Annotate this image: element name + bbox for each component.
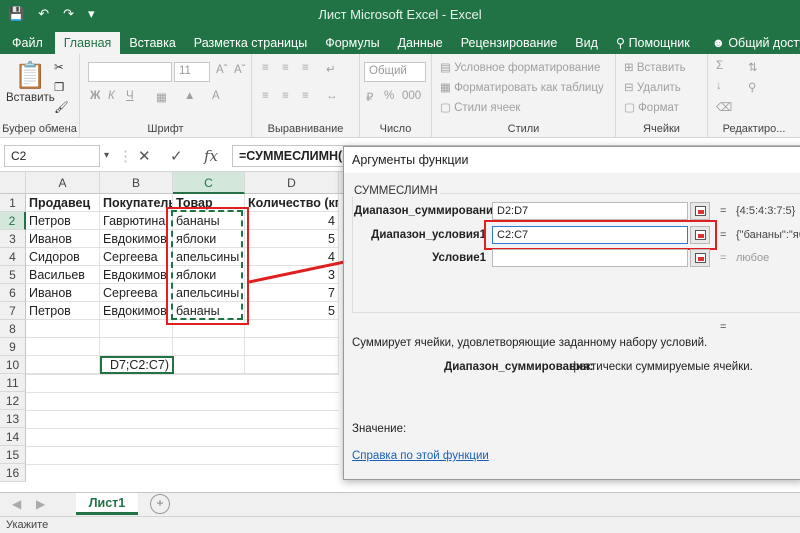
criteria-result: любое bbox=[736, 252, 770, 264]
equals-sign: = bbox=[720, 205, 727, 217]
equals-sign: = bbox=[720, 252, 727, 264]
collapse-dialog-button[interactable] bbox=[690, 226, 710, 244]
criteria-range-input[interactable]: C2:C7 bbox=[492, 226, 688, 244]
help-link[interactable]: Справка по этой функции bbox=[352, 450, 489, 462]
function-description: Суммирует ячейки, удовлетворяющие заданн… bbox=[352, 337, 708, 349]
add-sheet-icon[interactable]: + bbox=[150, 494, 170, 514]
arg-label-criteria: Условие1 bbox=[432, 252, 486, 264]
sum-range-result: {4:5:4:3:7:5} bbox=[736, 205, 796, 217]
equals-sign: = bbox=[720, 321, 727, 333]
criteria-range-result: {"бананы":"ябл bbox=[736, 229, 800, 241]
dialog-title: Аргументы функции bbox=[344, 147, 800, 173]
collapse-dialog-button[interactable] bbox=[690, 202, 710, 220]
prev-sheet-icon[interactable]: ◀ bbox=[12, 497, 21, 511]
criteria-input[interactable] bbox=[492, 249, 688, 267]
sheet-tab-list1[interactable]: Лист1 bbox=[76, 493, 138, 515]
collapse-dialog-button[interactable] bbox=[690, 249, 710, 267]
arg-label-sum-range: Диапазон_суммирования bbox=[354, 205, 500, 217]
equals-sign: = bbox=[720, 229, 727, 241]
next-sheet-icon[interactable]: ▶ bbox=[36, 497, 45, 511]
function-arguments-dialog: Аргументы функции СУММЕСЛИМН Диапазон_су… bbox=[343, 146, 800, 480]
sum-range-input[interactable]: D2:D7 bbox=[492, 202, 688, 220]
arg-label-criteria-range: Диапазон_условия1 bbox=[371, 229, 486, 241]
range-select-icon bbox=[695, 230, 706, 240]
value-label: Значение: bbox=[352, 423, 407, 435]
range-select-icon bbox=[695, 253, 706, 263]
status-bar: Укажите bbox=[0, 516, 800, 533]
param-description: фактически суммируемые ячейки. bbox=[570, 361, 753, 373]
range-select-icon bbox=[695, 206, 706, 216]
status-text: Укажите bbox=[6, 519, 49, 531]
sheet-bar: ◀ ▶ Лист1 + bbox=[0, 492, 800, 516]
function-name: СУММЕСЛИМН bbox=[352, 185, 440, 197]
